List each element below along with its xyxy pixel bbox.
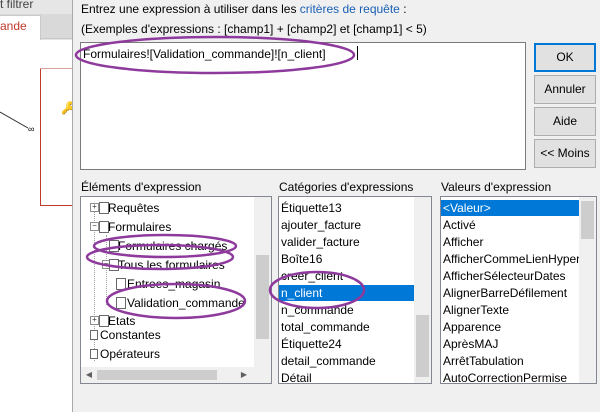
list-item[interactable]: AutoCorrectionPermise	[441, 370, 581, 383]
list-item[interactable]: AlignerBarreDéfilement	[441, 285, 581, 301]
list-item-selected[interactable]: <Valeur>	[441, 200, 581, 216]
list-item[interactable]: ajouter_facture	[279, 217, 417, 233]
table-box[interactable]	[40, 54, 73, 206]
relationship-line: ∞	[0, 111, 34, 132]
tree-item-validation-commande[interactable]: Validation_commande	[127, 295, 245, 311]
tree-item-entrees-magasin[interactable]: Entrees_magasin	[127, 276, 220, 292]
tree-line	[106, 235, 107, 305]
tree-item-operateurs[interactable]: Opérateurs	[100, 346, 160, 362]
expression-categories-list[interactable]: Étiquette13 ajouter_facture valider_fact…	[278, 196, 432, 384]
dialog-prompt: Entrez une expression à utiliser dans le…	[81, 2, 407, 16]
expression-elements-tree[interactable]: + Requêtes − Formulaires Formulaires cha…	[80, 196, 272, 384]
list-item[interactable]: ArrêtTabulation	[441, 353, 581, 369]
scrollbar-thumb[interactable]	[581, 201, 594, 239]
categories-header: Catégories d'expressions	[279, 180, 414, 194]
query-criteria-link[interactable]: critères de requête	[300, 2, 400, 16]
constant-icon	[90, 330, 98, 340]
ok-button[interactable]: OK	[534, 43, 596, 72]
tree-item-formulaires[interactable]: Formulaires	[108, 219, 171, 235]
tree-item-constantes[interactable]: Constantes	[100, 327, 161, 343]
scroll-right-arrow[interactable]: ▶	[239, 369, 249, 381]
prompt-colon: :	[399, 2, 407, 16]
list-item[interactable]: Étiquette24	[279, 336, 417, 352]
filter-label[interactable]: t filtrer	[0, 0, 33, 11]
scrollbar-thumb[interactable]	[256, 255, 269, 339]
list-item[interactable]: Détail	[279, 370, 417, 383]
list-item[interactable]: Étiquette13	[279, 200, 417, 216]
scrollbar-thumb[interactable]	[416, 315, 429, 377]
list-item[interactable]: Afficher	[441, 234, 581, 250]
scroll-left-arrow[interactable]: ◀	[84, 369, 94, 381]
list-item[interactable]: detail_commande	[279, 353, 417, 369]
background-tab-label[interactable]: ande	[0, 19, 27, 33]
expression-values-list[interactable]: <Valeur> Activé Afficher AfficherCommeLi…	[440, 196, 597, 384]
list-item[interactable]: n_commande	[279, 302, 417, 318]
cancel-button[interactable]: Annuler	[534, 75, 596, 104]
list-item[interactable]: AprèsMAJ	[441, 336, 581, 352]
operator-icon	[90, 349, 98, 359]
list-item[interactable]: total_commande	[279, 319, 417, 335]
list-item-selected[interactable]: n_client	[279, 285, 417, 301]
list-item[interactable]: AfficherSélecteurDates	[441, 268, 581, 284]
list-item[interactable]: AlignerTexte	[441, 302, 581, 318]
form-icon	[116, 278, 126, 290]
expression-text[interactable]: Formulaires![Validation_commande]![n_cli…	[83, 47, 326, 61]
list-item[interactable]: valider_facture	[279, 234, 417, 250]
list-item[interactable]: creer_client	[279, 268, 417, 284]
list-item[interactable]: Activé	[441, 217, 581, 233]
form-icon	[116, 297, 126, 309]
expand-icon[interactable]: +	[90, 203, 99, 212]
tree-item-requetes[interactable]: Requêtes	[108, 200, 159, 216]
list-item[interactable]: Boîte16	[279, 251, 417, 267]
tree-item-formulaires-charges[interactable]: Formulaires chargés	[118, 238, 227, 254]
tree-item-tous-les-formulaires[interactable]: Tous les formulaires	[118, 257, 225, 273]
less-button[interactable]: << Moins	[534, 139, 596, 168]
list-item[interactable]: AfficherCommeLienHyper	[441, 251, 581, 267]
elements-header: Éléments d'expression	[81, 180, 202, 194]
help-button[interactable]: Aide	[534, 107, 596, 136]
scrollbar-thumb[interactable]	[97, 370, 217, 380]
expand-icon[interactable]: +	[90, 316, 99, 325]
text-caret	[357, 46, 358, 60]
collapse-icon[interactable]: −	[90, 222, 99, 231]
table-box-header	[40, 54, 72, 69]
prompt-text: Entrez une expression à utiliser dans le…	[81, 2, 300, 16]
examples-text: (Exemples d'expressions : [champ1] + [ch…	[81, 22, 427, 36]
expression-input[interactable]	[80, 42, 526, 170]
values-header: Valeurs d'expression	[441, 180, 552, 194]
list-item[interactable]: Apparence	[441, 319, 581, 335]
svg-text:∞: ∞	[28, 124, 34, 132]
